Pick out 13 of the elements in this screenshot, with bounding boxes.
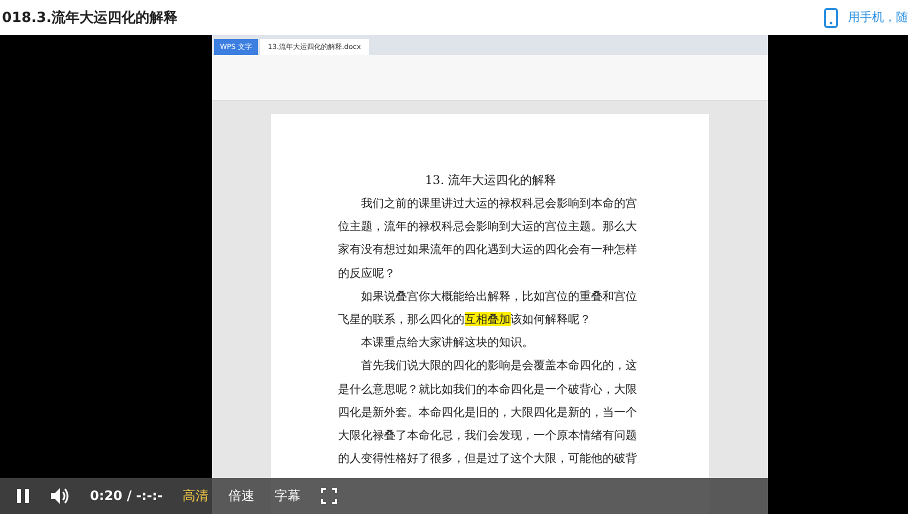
player-option[interactable]: 高清 [182,487,209,505]
phone-icon [824,8,838,28]
document-heading: 13. 流年大运四化的解释 [424,172,557,189]
document-paragraph: 我们之前的课里讲过大运的禄权科忌会影响到本命的宫位主题，流年的禄权科忌会影响到大运的宫位主题。那么大家有没有想过如果流年的四化遇到大运的四化会有一种怎样的反应呢？ [338,195,638,282]
volume-icon[interactable] [50,487,70,505]
player-option[interactable]: 倍速 [228,487,255,505]
pause-icon[interactable] [16,488,30,504]
document-paragraph: 本课重点给大家讲解这块的知识。 [360,334,535,352]
player-option[interactable]: 字幕 [274,487,301,505]
time-display: 0:20 / -:-:- [90,488,163,504]
document-paragraph: 首先我们说大限的四化的影响是会覆盖本命四化的，这是什么意思呢？就比如我们的本命四化是一个破背心，大限四化是新外套。本命四化是旧的，大限四化是新的，当一个大限化禄叠了本命化忌，我们会发现，一个原本情绪有问题的人变得性格好了很多，但是过了这个大限，可能他的破背 [338,357,638,468]
fullscreen-icon[interactable] [320,488,337,504]
video-title: 018.3.流年大运四化的解释 [2,8,178,26]
